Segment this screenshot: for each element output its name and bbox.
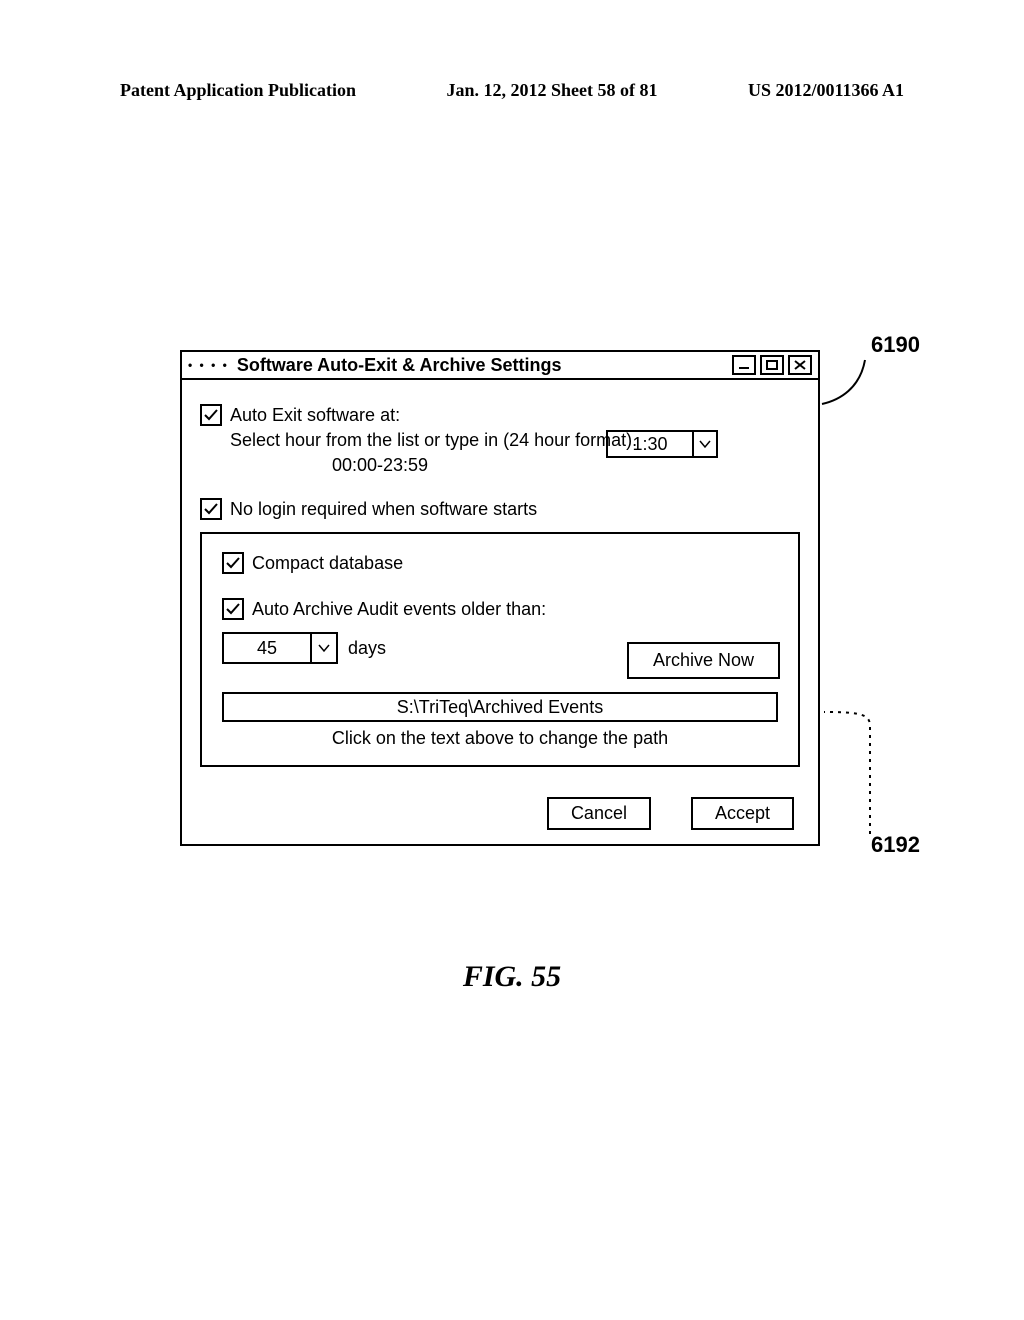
close-button[interactable] [788, 355, 812, 375]
chevron-down-icon [699, 439, 711, 449]
accept-button[interactable]: Accept [691, 797, 794, 830]
lead-line-6192-icon [820, 706, 880, 836]
compact-checkbox[interactable] [222, 552, 244, 574]
time-dropdown-button[interactable] [694, 430, 718, 458]
checkmark-icon [225, 601, 241, 617]
days-dropdown-button[interactable] [312, 632, 338, 664]
archive-panel: Compact database Auto Archive Audit even… [200, 532, 800, 767]
auto-exit-checkbox[interactable] [200, 404, 222, 426]
archive-path-field[interactable]: S:\TriTeq\Archived Events [222, 692, 778, 722]
page-header: Patent Application Publication Jan. 12, … [120, 80, 904, 101]
auto-exit-label: Auto Exit software at: [230, 405, 400, 426]
titlebar-left: • • • • Software Auto-Exit & Archive Set… [188, 355, 562, 376]
minimize-button[interactable] [732, 355, 756, 375]
app-icon: • • • • [188, 358, 229, 372]
archive-path-hint: Click on the text above to change the pa… [222, 728, 778, 749]
maximize-icon [765, 359, 779, 371]
auto-archive-checkbox[interactable] [222, 598, 244, 620]
time-input[interactable]: 1:30 [606, 430, 694, 458]
checkmark-icon [203, 501, 219, 517]
auto-archive-row: Auto Archive Audit events older than: [222, 598, 778, 620]
figure-area: 6190 6192 • • • • Software Auto-Exit & A… [180, 350, 820, 846]
dialog-button-row: Cancel Accept [182, 783, 818, 844]
header-center: Jan. 12, 2012 Sheet 58 of 81 [447, 80, 658, 101]
minimize-icon [737, 359, 751, 371]
chevron-down-icon [318, 643, 330, 653]
close-icon [793, 359, 807, 371]
auto-archive-label: Auto Archive Audit events older than: [252, 599, 546, 620]
auto-exit-row: Auto Exit software at: [200, 404, 800, 426]
time-range-hint: 00:00-23:59 [200, 455, 560, 476]
header-left: Patent Application Publication [120, 80, 356, 101]
settings-dialog: • • • • Software Auto-Exit & Archive Set… [180, 350, 820, 846]
window-title: Software Auto-Exit & Archive Settings [237, 355, 562, 376]
no-login-row: No login required when software starts [200, 498, 800, 520]
days-unit-label: days [348, 638, 386, 659]
reference-numeral-6190: 6190 [871, 332, 920, 358]
archive-now-button[interactable]: Archive Now [627, 642, 780, 679]
time-combo: 1:30 [606, 430, 718, 458]
checkmark-icon [225, 555, 241, 571]
compact-label: Compact database [252, 553, 403, 574]
figure-caption: FIG. 55 [0, 960, 1024, 994]
no-login-label: No login required when software starts [230, 499, 537, 520]
maximize-button[interactable] [760, 355, 784, 375]
days-input[interactable]: 45 [222, 632, 312, 664]
lead-line-6190-icon [820, 358, 880, 408]
dialog-body: Auto Exit software at: 1:30 Select hour … [182, 380, 818, 783]
header-right: US 2012/0011366 A1 [748, 80, 904, 101]
no-login-checkbox[interactable] [200, 498, 222, 520]
window-controls [732, 355, 812, 375]
compact-row: Compact database [222, 552, 778, 574]
checkmark-icon [203, 407, 219, 423]
cancel-button[interactable]: Cancel [547, 797, 651, 830]
titlebar: • • • • Software Auto-Exit & Archive Set… [182, 352, 818, 380]
